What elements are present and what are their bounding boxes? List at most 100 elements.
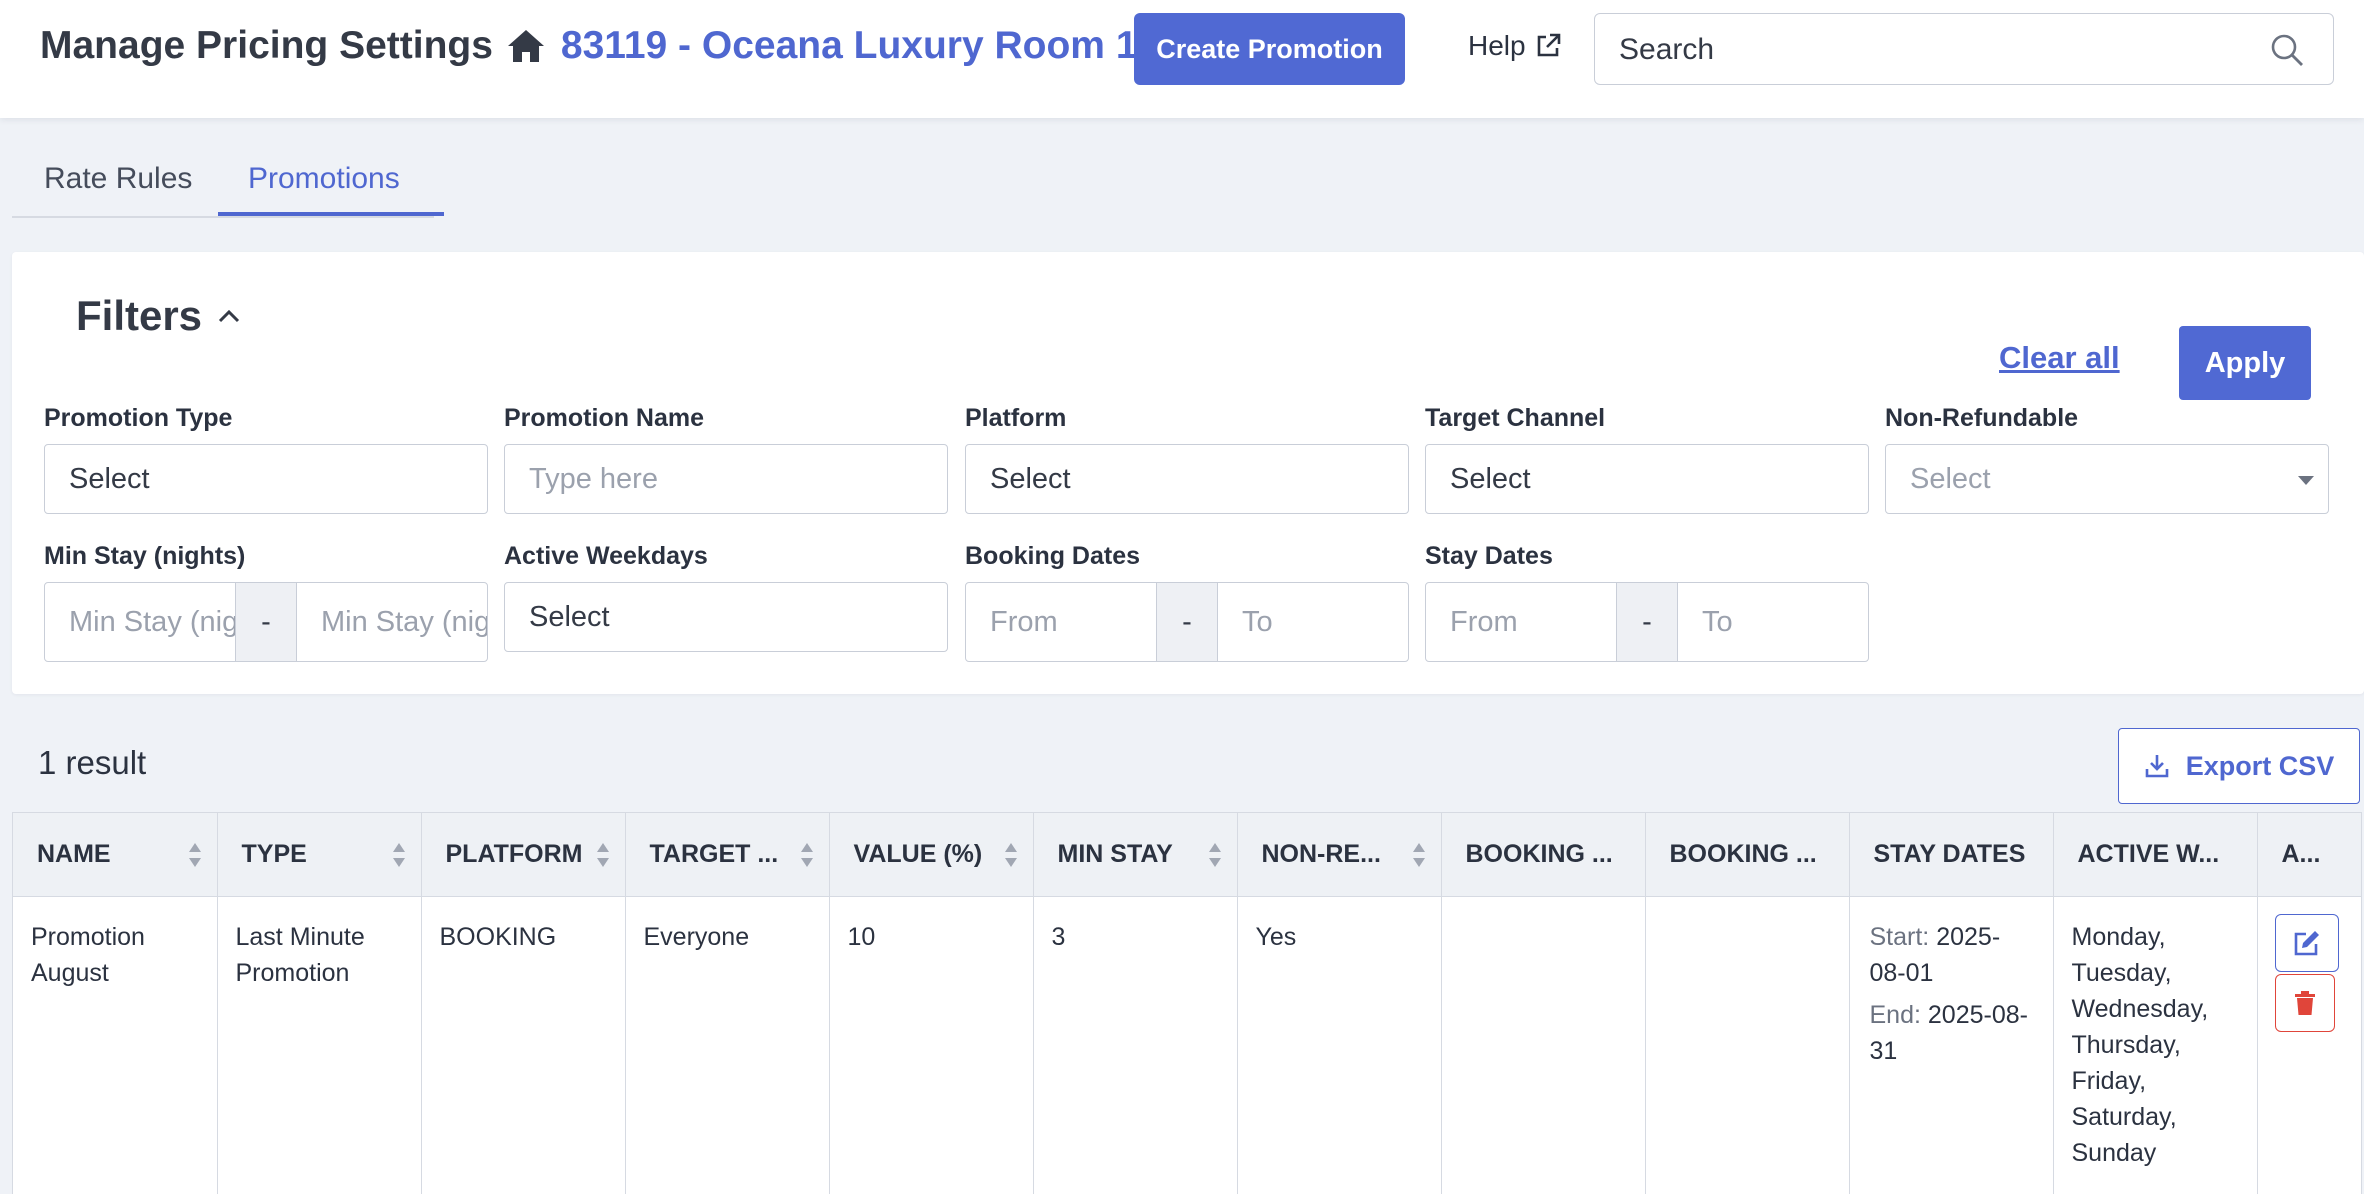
promotion-name-input[interactable]: Type here (504, 444, 948, 514)
cell-name: Promotion August (13, 896, 218, 1194)
col-header-booking-start: BOOKING ... (1441, 813, 1646, 897)
col-header-target[interactable]: TARGET ... (625, 813, 830, 897)
col-header-label: NAME (37, 839, 111, 868)
col-header-label: PLATFORM (445, 839, 583, 868)
cell-type: Last Minute Promotion (217, 896, 422, 1194)
col-header-label: VALUE (%) (853, 839, 983, 868)
col-header-label: BOOKING ... (1465, 839, 1613, 868)
cell-booking-end (1645, 896, 1850, 1194)
table-header-row: NAME TYPE PLATFORM TARGET ... VALUE (%) … (13, 813, 2361, 897)
cell-active-weekdays: Monday, Tuesday, Wednesday, Thursday, Fr… (2053, 896, 2258, 1194)
stay-dates-label: Stay Dates (1425, 542, 1553, 570)
col-header-label: MIN STAY (1057, 839, 1173, 868)
col-header-stay-dates: STAY DATES (1849, 813, 2054, 897)
target-channel-label: Target Channel (1425, 404, 1606, 432)
col-header-label: TYPE (241, 839, 307, 868)
cell-value: 10 (829, 896, 1034, 1194)
col-header-booking-end: BOOKING ... (1645, 813, 1850, 897)
col-header-label: NON-RE... (1261, 839, 1381, 868)
platform-select[interactable]: Select (965, 444, 1409, 514)
cell-booking-start (1441, 896, 1646, 1194)
search-box[interactable] (1594, 13, 2334, 85)
apply-button[interactable]: Apply (2179, 326, 2311, 400)
caret-down-icon (2298, 476, 2314, 485)
sort-icon (1004, 843, 1017, 867)
active-weekdays-label: Active Weekdays (504, 542, 708, 570)
help-label: Help (1468, 30, 1526, 61)
delete-button[interactable] (2275, 974, 2335, 1032)
tab-rate-rules[interactable]: Rate Rules (44, 162, 192, 196)
stay-end: End: 2025-08-31 (1870, 997, 2035, 1069)
col-header-label: ACTIVE W... (2077, 839, 2220, 868)
col-header-name[interactable]: NAME (13, 813, 218, 897)
active-weekdays-select[interactable]: Select (504, 582, 948, 652)
promotion-type-select[interactable]: Select (44, 444, 488, 514)
create-promotion-button[interactable]: Create Promotion (1134, 13, 1405, 85)
non-refundable-select[interactable]: Select (1885, 444, 2329, 514)
edit-button[interactable] (2275, 914, 2339, 972)
sort-icon (392, 843, 405, 867)
col-header-platform[interactable]: PLATFORM (421, 813, 626, 897)
col-header-label: TARGET ... (649, 839, 779, 868)
stay-dates-range: From - To (1425, 582, 1869, 662)
active-tab-indicator (218, 212, 444, 216)
help-link[interactable]: Help (1468, 30, 1562, 62)
search-icon[interactable] (2269, 32, 2305, 68)
col-header-non-refundable[interactable]: NON-RE... (1237, 813, 1442, 897)
stay-from-input[interactable]: From (1426, 583, 1616, 661)
non-refundable-label: Non-Refundable (1885, 404, 2079, 432)
external-link-icon (1537, 33, 1560, 57)
min-stay-from-input[interactable]: Min Stay (nights) (45, 583, 235, 661)
col-header-label: A... (2281, 839, 2321, 868)
cell-non-refundable: Yes (1237, 896, 1442, 1194)
stay-start-key: Start: (1869, 922, 1930, 951)
property-link[interactable]: 83119 - Oceana Luxury Room 1 (561, 24, 1138, 68)
filters-toggle[interactable]: Filters (76, 292, 242, 340)
filters-panel: Filters Promotion Type Promotion Name Pl… (12, 252, 2364, 694)
min-stay-to-input[interactable]: Min Stay (nights) (297, 583, 487, 661)
cell-min-stay: 3 (1033, 896, 1238, 1194)
sort-icon (188, 843, 201, 867)
tab-promotions[interactable]: Promotions (248, 162, 400, 196)
platform-label: Platform (965, 404, 1067, 432)
promotion-type-label: Promotion Type (44, 404, 233, 432)
range-separator: - (1156, 583, 1218, 661)
page-title: Manage Pricing Settings 83119 - Oceana L… (40, 24, 1138, 68)
promotions-table: NAME TYPE PLATFORM TARGET ... VALUE (%) … (12, 812, 2362, 1194)
col-header-min-stay[interactable]: MIN STAY (1033, 813, 1238, 897)
col-header-label: BOOKING ... (1669, 839, 1817, 868)
booking-from-input[interactable]: From (966, 583, 1156, 661)
home-icon (507, 30, 544, 62)
col-header-actions: A... (2257, 813, 2361, 897)
col-header-value[interactable]: VALUE (%) (829, 813, 1034, 897)
download-icon (2145, 755, 2169, 778)
sort-icon (800, 843, 813, 867)
clear-all-link[interactable]: Clear all (1999, 340, 2120, 376)
sort-icon (1412, 843, 1425, 867)
export-csv-label: Export CSV (2185, 750, 2335, 781)
filters-title: Filters (76, 292, 203, 339)
sort-icon (1208, 843, 1221, 867)
search-input[interactable] (1619, 32, 2239, 68)
cell-stay-dates: Start: 2025-08-01 End: 2025-08-31 (1849, 896, 2054, 1194)
range-separator: - (1616, 583, 1678, 661)
booking-to-input[interactable]: To (1218, 583, 1408, 661)
stay-start: Start: 2025-08-01 (1870, 919, 2035, 991)
booking-dates-range: From - To (965, 582, 1409, 662)
promotion-name-label: Promotion Name (504, 404, 705, 432)
stay-to-input[interactable]: To (1678, 583, 1868, 661)
non-refundable-value: Select (1910, 462, 1991, 495)
cell-target: Everyone (625, 896, 830, 1194)
col-header-label: STAY DATES (1873, 839, 2026, 868)
col-header-type[interactable]: TYPE (217, 813, 422, 897)
min-stay-range: Min Stay (nights) - Min Stay (nights) (44, 582, 488, 662)
booking-dates-label: Booking Dates (965, 542, 1141, 570)
result-count: 1 result (38, 744, 147, 781)
col-header-active-weekdays: ACTIVE W... (2053, 813, 2258, 897)
tab-bar: Rate Rules Promotions (12, 152, 444, 218)
range-separator: - (235, 583, 297, 661)
export-csv-button[interactable]: Export CSV (2118, 728, 2360, 804)
sort-icon (596, 843, 609, 867)
target-channel-select[interactable]: Select (1425, 444, 1869, 514)
min-stay-label: Min Stay (nights) (44, 542, 246, 570)
